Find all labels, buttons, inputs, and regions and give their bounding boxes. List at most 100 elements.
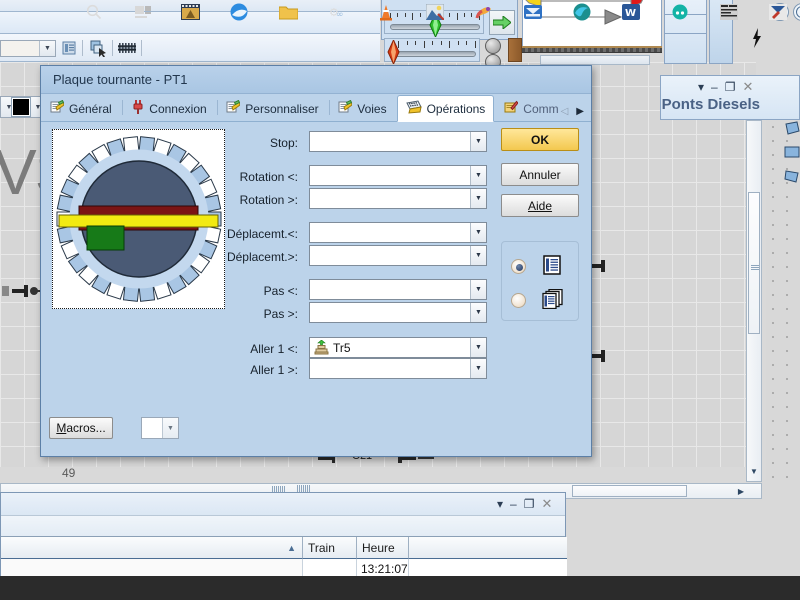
taskbar-task-view-icon[interactable] xyxy=(133,2,153,22)
tab-personnaliser[interactable]: Personnaliser xyxy=(217,96,327,121)
taskbar-media-icon[interactable] xyxy=(180,2,200,22)
chevron-down-icon[interactable]: ▼ xyxy=(470,303,486,322)
window-menu-icon[interactable]: ▾ xyxy=(698,81,704,93)
field-deplacement-gt[interactable]: ▼ xyxy=(309,245,487,266)
taskbar-browser-icon[interactable] xyxy=(229,2,249,22)
taskbar-word-icon[interactable]: W xyxy=(621,2,641,22)
list-document-icon[interactable] xyxy=(542,255,562,278)
reverse-slider-thumb[interactable] xyxy=(387,38,400,66)
toolbar-combo[interactable]: ▼ xyxy=(0,40,56,57)
taskbar-edge-icon[interactable] xyxy=(572,2,592,22)
log-window: ▾ – ❐ ✕ ▲ Train Heure 13:21:07 xyxy=(0,492,567,579)
window-menu-icon[interactable]: ▾ xyxy=(497,498,503,510)
ok-button[interactable]: OK xyxy=(501,128,579,151)
minimize-icon[interactable]: – xyxy=(711,81,718,93)
keyboard-icon xyxy=(405,100,422,117)
taskbar xyxy=(0,576,800,600)
taskbar-settings-icon[interactable]: ⚙ ∞ xyxy=(327,2,347,22)
log-column-header-train[interactable]: Train xyxy=(303,537,357,559)
tab-label: Personnaliser xyxy=(245,101,319,116)
tab-scroll-left-icon[interactable]: ◁ xyxy=(561,106,569,117)
navigate-forward-button[interactable] xyxy=(792,2,800,25)
macro-select-value xyxy=(142,418,162,438)
macro-select[interactable]: ▼ xyxy=(141,417,179,439)
chevron-down-icon[interactable]: ▼ xyxy=(470,246,486,265)
function-button-1[interactable] xyxy=(485,38,501,54)
maximize-icon[interactable]: ❐ xyxy=(725,81,736,93)
schematic-panel-footer xyxy=(540,55,650,65)
plug-icon xyxy=(131,100,144,117)
reverse-slider-track[interactable] xyxy=(392,51,476,57)
tab-voies[interactable]: Voies xyxy=(329,96,395,121)
chevron-down-icon[interactable]: ▼ xyxy=(162,418,178,438)
turntable-preview xyxy=(56,136,222,302)
taskbar-search-icon[interactable] xyxy=(84,2,104,22)
chevron-down-icon[interactable]: ▼ xyxy=(470,189,486,208)
canvas-vscroll-thumb[interactable] xyxy=(748,192,760,334)
tab-general[interactable]: Général xyxy=(41,96,121,121)
tab-connexion[interactable]: Connexion xyxy=(122,96,215,121)
log-window-toolbar[interactable] xyxy=(1,515,565,537)
toolbar-separator xyxy=(82,40,83,56)
stacked-documents-icon[interactable] xyxy=(542,288,564,312)
field-pas-lt[interactable]: ▼ xyxy=(309,279,487,300)
maximize-icon[interactable]: ❐ xyxy=(524,498,535,510)
log-column-header-heure[interactable]: Heure xyxy=(357,537,409,559)
radio-stacked-list-view[interactable] xyxy=(511,293,526,308)
field-pas-gt[interactable]: ▼ xyxy=(309,302,487,323)
color-swatch[interactable] xyxy=(11,97,31,117)
chevron-down-icon[interactable]: ▼ xyxy=(39,41,55,56)
select-arrow-icon[interactable] xyxy=(89,39,107,57)
taskbar-paint-icon[interactable] xyxy=(474,2,494,22)
chevron-down-icon[interactable]: ▼ xyxy=(470,166,486,185)
field-rotation-gt[interactable]: ▼ xyxy=(309,188,487,209)
panel-icon[interactable] xyxy=(60,39,78,57)
taskbar-folder-icon[interactable] xyxy=(278,2,298,22)
close-icon[interactable]: ✕ xyxy=(541,497,552,510)
minimize-icon[interactable]: – xyxy=(510,498,517,510)
field-label-stop: Stop: xyxy=(269,136,298,150)
field-stop[interactable]: ▼ xyxy=(309,131,487,152)
scroll-down-icon[interactable]: ▼ xyxy=(748,464,760,478)
help-button[interactable]: Aide xyxy=(501,194,579,217)
chevron-down-icon[interactable]: ▼ xyxy=(470,338,486,357)
taskbar-photo-icon[interactable] xyxy=(425,2,445,22)
taskbar-teal-icon[interactable] xyxy=(670,2,690,22)
dialog-titlebar[interactable]: Plaque tournante - PT1 xyxy=(41,66,591,94)
tab-commentaires[interactable]: Commenta xyxy=(495,96,559,121)
log-table: ▲ Train Heure 13:21:07 xyxy=(1,537,567,579)
dialog-tabstrip: Général Connexion Personnaliser Voies Op… xyxy=(41,94,591,122)
scroll-right-icon[interactable]: ▶ xyxy=(734,485,748,497)
chevron-down-icon[interactable]: ▼ xyxy=(470,223,486,242)
chevron-down-icon[interactable]: ▼ xyxy=(470,132,486,151)
turntable-preview-frame[interactable] xyxy=(52,129,225,309)
taskbar-editor-icon[interactable] xyxy=(768,2,788,22)
field-label-pas-gt: Pas >: xyxy=(263,307,298,321)
log-column-header-filler xyxy=(409,537,567,559)
macros-button-label: Macros... xyxy=(56,421,106,435)
track-icon[interactable] xyxy=(118,39,136,57)
canvas-hscroll-thumb[interactable] xyxy=(572,485,687,497)
tab-operations[interactable]: Opérations xyxy=(396,95,495,122)
field-rotation-lt[interactable]: ▼ xyxy=(309,165,487,186)
note-edit-icon xyxy=(504,100,519,117)
cancel-button[interactable]: Annuler xyxy=(501,163,579,186)
tab-scroll-right-icon[interactable]: ▶ xyxy=(576,106,584,117)
schematic-preview[interactable] xyxy=(522,0,662,52)
close-icon[interactable]: ✕ xyxy=(742,80,753,93)
macros-button[interactable]: Macros... xyxy=(49,417,113,439)
taskbar-cone-icon[interactable] xyxy=(376,2,396,22)
chevron-down-icon[interactable]: ▼ xyxy=(470,359,486,378)
log-window-resize-grip[interactable] xyxy=(272,486,286,492)
radio-single-list-view[interactable] xyxy=(511,259,526,274)
field-label-aller1-lt: Aller 1 <: xyxy=(250,342,298,356)
field-aller1-gt[interactable]: ▼ xyxy=(309,358,487,379)
taskbar-layout-icon[interactable] xyxy=(719,2,739,22)
svg-text:W: W xyxy=(625,8,636,19)
field-deplacement-lt[interactable]: ▼ xyxy=(309,222,487,243)
log-column-header-first[interactable]: ▲ xyxy=(1,537,303,559)
chevron-down-icon[interactable]: ▼ xyxy=(470,280,486,299)
taskbar-mail-icon[interactable] xyxy=(523,2,543,22)
field-label-pas-lt: Pas <: xyxy=(263,284,298,298)
field-aller1-lt[interactable]: Tr5 ▼ xyxy=(309,337,487,358)
